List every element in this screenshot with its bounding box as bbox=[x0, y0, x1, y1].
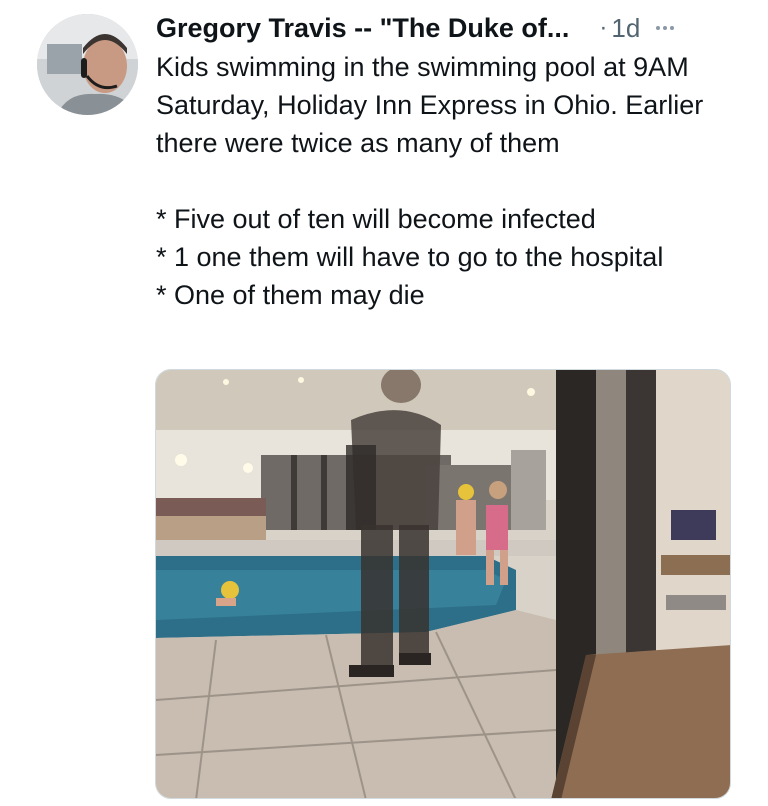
tweet-text-line: * 1 one them will have to go to the hosp… bbox=[156, 242, 664, 272]
separator-dot: · bbox=[599, 14, 608, 41]
more-horizontal-icon[interactable] bbox=[652, 22, 678, 34]
tweet-header: Gregory Travis -- "The Duke of... · 1d bbox=[156, 8, 736, 48]
author-name[interactable]: Gregory Travis -- "The Duke of... bbox=[156, 13, 569, 44]
tweet-text-line: * One of them may die bbox=[156, 280, 425, 310]
tweet-timestamp[interactable]: 1d bbox=[611, 13, 640, 44]
tweet-photo[interactable] bbox=[155, 369, 731, 799]
tweet-text-line: * Five out of ten will become infected bbox=[156, 204, 596, 234]
author-avatar[interactable] bbox=[37, 14, 138, 115]
tweet-text-line: Kids swimming in the swimming pool at 9A… bbox=[156, 52, 704, 158]
avatar-photo bbox=[37, 14, 138, 115]
pool-photo bbox=[156, 370, 730, 798]
tweet-text: Kids swimming in the swimming pool at 9A… bbox=[156, 48, 736, 314]
